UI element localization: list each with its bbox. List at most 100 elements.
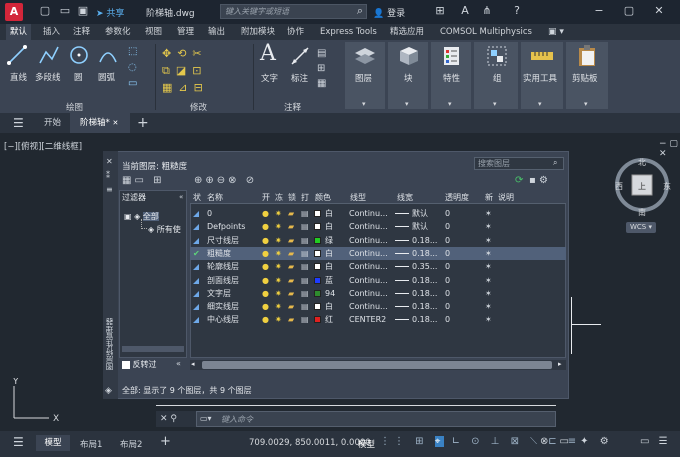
bulb-icon[interactable]: ● bbox=[262, 247, 269, 260]
viewcube-south[interactable]: 南 bbox=[638, 207, 646, 218]
table-scroll-thumb[interactable] bbox=[202, 361, 552, 369]
header-linetype[interactable]: 线型 bbox=[350, 192, 366, 203]
sun-icon[interactable]: ✷ bbox=[275, 300, 282, 313]
invert-checkbox-box[interactable] bbox=[122, 360, 130, 369]
bulb-icon[interactable]: ● bbox=[262, 313, 269, 326]
layer-linetype[interactable]: Continu... bbox=[349, 247, 393, 260]
invert-collapse-icon[interactable]: « bbox=[176, 359, 181, 368]
new-file-icon[interactable]: ▢ bbox=[38, 4, 52, 18]
lock-icon[interactable]: ▰ bbox=[288, 274, 294, 287]
layer-linetype[interactable]: Continu... bbox=[349, 234, 393, 247]
lock-icon[interactable]: ▰ bbox=[288, 300, 294, 313]
vp-freeze-icon[interactable]: ✶ bbox=[485, 207, 492, 220]
command-history-icon[interactable]: ▭▾ bbox=[200, 414, 212, 423]
tab-active-drawing[interactable]: 阶梯轴* ✕ bbox=[70, 113, 130, 133]
header-description[interactable]: 说明 bbox=[498, 192, 514, 203]
layer-status-icon[interactable]: ◢ bbox=[193, 234, 199, 247]
measure-icon[interactable] bbox=[530, 47, 554, 65]
command-input[interactable]: 键入命令 bbox=[221, 414, 253, 425]
customize-icons[interactable]: ▭ ☰ bbox=[640, 436, 671, 447]
layer-linetype[interactable]: Continu... bbox=[349, 300, 393, 313]
bulb-icon[interactable]: ● bbox=[262, 234, 269, 247]
layer-row[interactable]: ✔ 粗糙度 ● ✷ ▰ ▤ 白 Continu... 0.18... 0 ✶ bbox=[190, 246, 566, 260]
color-swatch[interactable] bbox=[314, 289, 321, 297]
layer-linetype[interactable]: Continu... bbox=[349, 287, 393, 300]
clipboard-icon[interactable] bbox=[576, 44, 598, 68]
header-lock[interactable]: 锁 bbox=[288, 192, 296, 203]
tab-featured-apps[interactable]: 精选应用 bbox=[390, 24, 424, 40]
arc-icon[interactable] bbox=[97, 44, 119, 66]
polyline-button[interactable]: 多段线 bbox=[35, 71, 61, 83]
vp-freeze-icon[interactable]: ✶ bbox=[485, 260, 492, 273]
tab-addins[interactable]: 附加模块 bbox=[241, 24, 275, 40]
filter-collapse-icon[interactable]: « bbox=[179, 193, 183, 201]
header-new-vp-freeze[interactable]: 新 bbox=[485, 192, 493, 203]
clipboard-dropdown-icon[interactable]: ▾ bbox=[584, 100, 588, 108]
sun-icon[interactable]: ✷ bbox=[275, 287, 282, 300]
header-status[interactable]: 状 bbox=[193, 192, 201, 203]
printer-icon[interactable]: ▤ bbox=[301, 260, 309, 273]
layer-status-icon[interactable]: ✔ bbox=[193, 247, 200, 260]
minimize-icon[interactable]: − bbox=[592, 4, 606, 18]
printer-icon[interactable]: ▤ bbox=[301, 274, 309, 287]
close-icon[interactable]: ✕ bbox=[652, 4, 666, 18]
layer-transparency[interactable]: 0 bbox=[445, 220, 450, 233]
modify-tools-icons[interactable]: ✥⟲✂ ⧉◪⊡ ▦⊿⊟ bbox=[162, 45, 247, 97]
help-icon[interactable]: ? bbox=[510, 4, 524, 18]
lock-icon[interactable]: ▰ bbox=[288, 247, 294, 260]
dimension-icon[interactable] bbox=[290, 46, 310, 66]
layer-name[interactable]: 中心线层 bbox=[207, 313, 259, 326]
sun-icon[interactable]: ✷ bbox=[275, 207, 282, 220]
vp-freeze-icon[interactable]: ✶ bbox=[485, 247, 492, 260]
login-button[interactable]: 👤 登录 bbox=[373, 6, 405, 19]
color-swatch[interactable] bbox=[314, 223, 321, 231]
bulb-icon[interactable]: ● bbox=[262, 207, 269, 220]
vp-freeze-icon[interactable]: ✶ bbox=[485, 234, 492, 247]
tab-model[interactable]: 模型 bbox=[36, 435, 70, 451]
layer-color-name[interactable]: 蓝 bbox=[325, 274, 333, 287]
tab-comsol[interactable]: COMSOL Multiphysics bbox=[440, 24, 532, 40]
layer-color-name[interactable]: 白 bbox=[325, 260, 333, 273]
cart-icon[interactable]: ⊞ bbox=[433, 4, 447, 18]
tab-close-icon[interactable]: ✕ bbox=[112, 119, 118, 127]
properties-icon[interactable] bbox=[441, 45, 463, 67]
layer-row[interactable]: ◢ 尺寸线层 ● ✷ ▰ ▤ 绿 Continu... 0.18... 0 ✶ bbox=[190, 234, 566, 247]
layer-lineweight[interactable]: 默认 bbox=[395, 220, 440, 233]
color-swatch[interactable] bbox=[314, 276, 321, 284]
layer-row[interactable]: ◢ 细实线层 ● ✷ ▰ ▤ 白 Continu... 0.18... 0 ✶ bbox=[190, 300, 566, 313]
utilities-dropdown-icon[interactable]: ▾ bbox=[538, 100, 542, 108]
layer-name[interactable]: 轮廓线层 bbox=[207, 260, 259, 273]
tab-annotate[interactable]: 注释 bbox=[73, 24, 90, 40]
layer-linetype[interactable]: Continu... bbox=[349, 260, 393, 273]
new-layout-icon[interactable]: + bbox=[160, 434, 171, 449]
color-swatch[interactable] bbox=[314, 249, 321, 257]
layer-transparency[interactable]: 0 bbox=[445, 287, 450, 300]
share-button[interactable]: ➤ 共享 bbox=[96, 6, 124, 19]
line-icon[interactable] bbox=[6, 44, 28, 66]
vp-freeze-icon[interactable]: ✶ bbox=[485, 313, 492, 326]
viewcube-top[interactable]: 上 bbox=[638, 181, 646, 192]
header-color[interactable]: 颜色 bbox=[315, 192, 331, 203]
layer-linetype[interactable]: CENTER2 bbox=[349, 313, 393, 326]
lock-icon[interactable]: ▰ bbox=[288, 207, 294, 220]
settings-icon[interactable]: ▪ ⚙ bbox=[529, 175, 548, 186]
vp-freeze-icon[interactable]: ✶ bbox=[485, 274, 492, 287]
layer-name[interactable]: 文字层 bbox=[207, 287, 259, 300]
layer-name[interactable]: 尺寸线层 bbox=[207, 234, 259, 247]
layer-color-name[interactable]: 白 bbox=[325, 300, 333, 313]
header-name[interactable]: 名称 bbox=[207, 192, 223, 203]
layer-color-name[interactable]: 白 bbox=[325, 247, 333, 260]
color-swatch[interactable] bbox=[314, 316, 321, 324]
layer-row[interactable]: ◢ 文字层 ● ✷ ▰ ▤ 94 Continu... 0.18... 0 ✶ bbox=[190, 287, 566, 300]
layer-status-icon[interactable]: ◢ bbox=[193, 287, 199, 300]
layers-icon[interactable] bbox=[354, 46, 376, 66]
printer-icon[interactable]: ▤ bbox=[301, 287, 309, 300]
color-swatch[interactable] bbox=[314, 303, 321, 311]
lock-icon[interactable]: ▰ bbox=[288, 287, 294, 300]
layer-name[interactable]: 0 bbox=[207, 207, 259, 220]
layer-color-name[interactable]: 白 bbox=[325, 207, 333, 220]
dimension-button[interactable]: 标注 bbox=[291, 72, 308, 84]
filter-scrollbar[interactable] bbox=[122, 346, 184, 352]
viewcube-north[interactable]: 北 bbox=[638, 157, 646, 168]
tree-item-used[interactable]: ◈ 所有使 bbox=[148, 224, 181, 235]
